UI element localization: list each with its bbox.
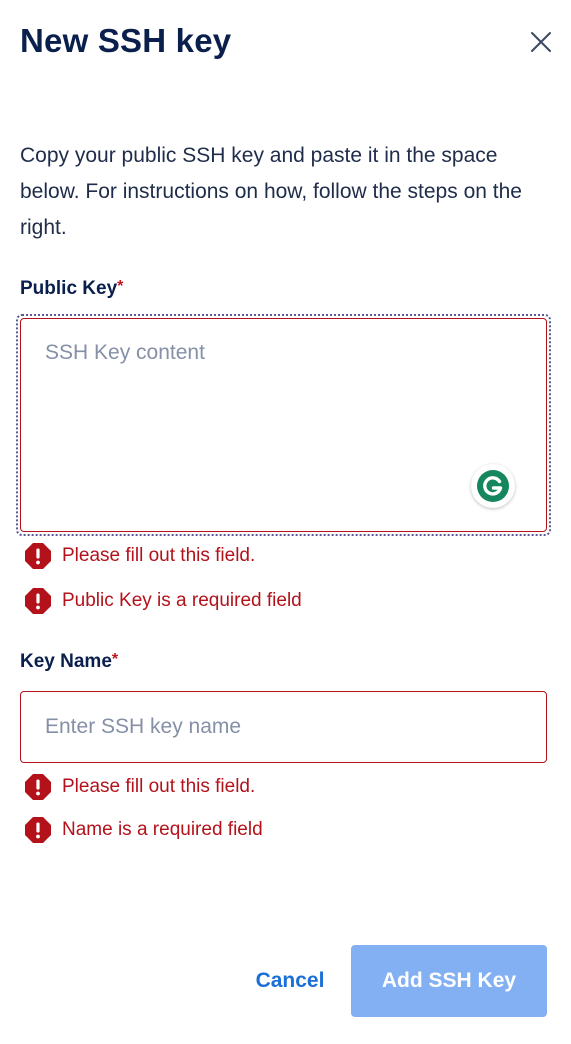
required-marker: * <box>117 278 124 295</box>
close-button[interactable] <box>526 27 556 57</box>
error-text: Please fill out this field. <box>62 545 256 566</box>
error-text: Name is a required field <box>62 819 263 840</box>
grammarly-icon <box>477 470 509 502</box>
key-name-input[interactable] <box>20 691 547 763</box>
key-name-label: Key Name* <box>20 651 118 673</box>
error-icon <box>25 774 51 800</box>
dialog-title: New SSH key <box>20 22 232 59</box>
error-text: Please fill out this field. <box>62 776 256 797</box>
error-icon <box>25 588 51 614</box>
key-name-error-1: Please fill out this field. <box>24 773 255 801</box>
key-name-error-2: Name is a required field <box>24 816 263 844</box>
close-icon <box>531 32 551 52</box>
error-icon <box>25 543 51 569</box>
public-key-label: Public Key* <box>20 278 123 300</box>
required-marker: * <box>111 651 119 668</box>
error-icon <box>25 817 51 843</box>
cancel-button[interactable]: Cancel <box>240 945 340 1017</box>
public-key-error-1: Please fill out this field. <box>24 542 255 570</box>
grammarly-button[interactable] <box>471 464 515 508</box>
error-text: Public Key is a required field <box>62 590 302 611</box>
add-ssh-key-button[interactable]: Add SSH Key <box>351 945 547 1017</box>
public-key-textarea[interactable] <box>20 318 547 532</box>
public-key-label-text: Public Key <box>20 278 118 299</box>
intro-text: Copy your public SSH key and paste it in… <box>20 144 522 239</box>
new-ssh-key-dialog: New SSH key Copy your public SSH key and… <box>0 0 571 1044</box>
public-key-error-2: Public Key is a required field <box>24 587 302 615</box>
key-name-label-text: Key Name <box>20 651 112 672</box>
